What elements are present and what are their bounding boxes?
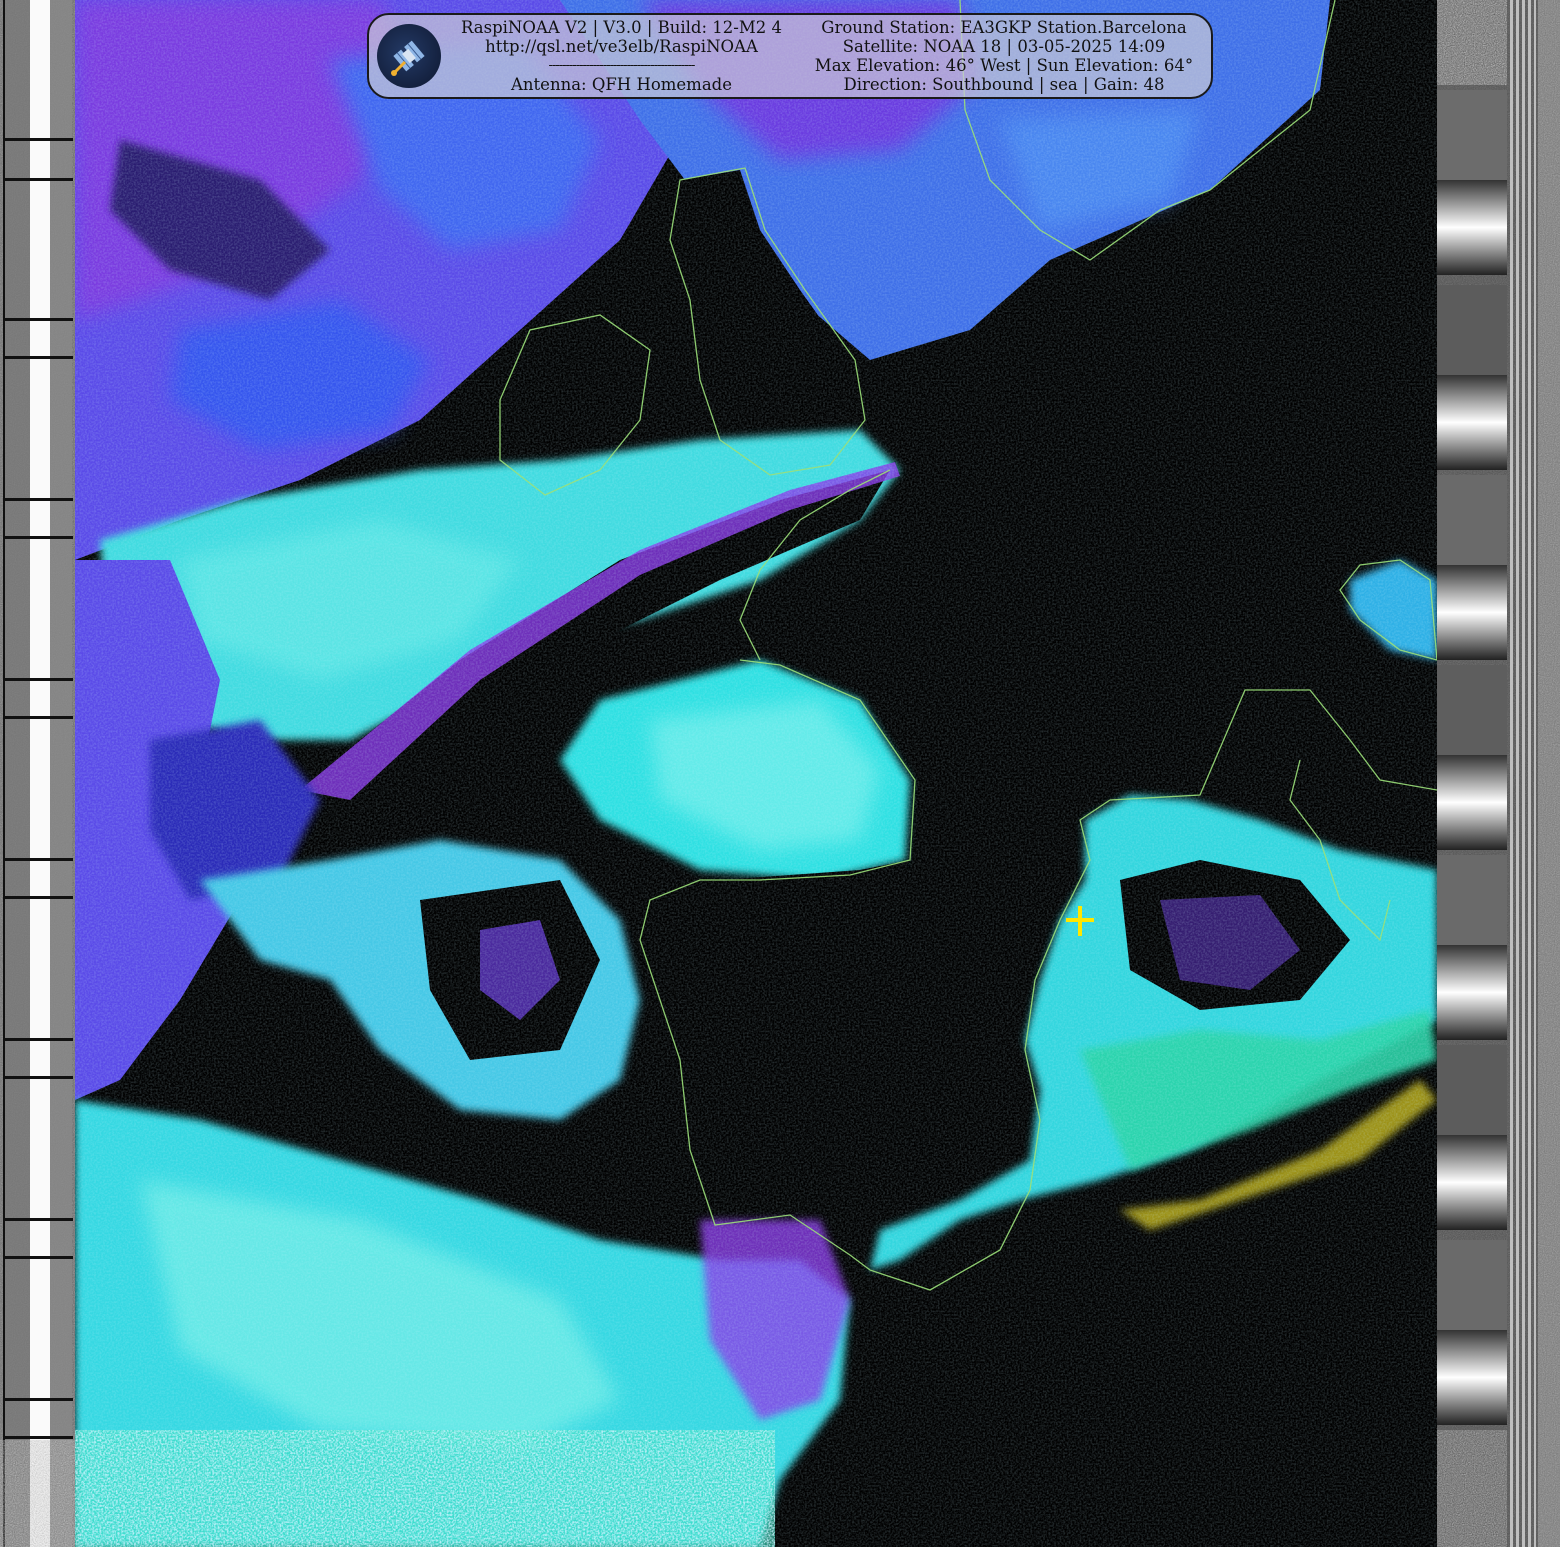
- pass-info-banner: RaspiNOAA V2 | V3.0 | Build: 12-M2 4 htt…: [367, 13, 1213, 99]
- left-telemetry-strip: [0, 0, 75, 1547]
- elevation-info: Max Elevation: 46° West | Sun Elevation:…: [814, 56, 1194, 75]
- project-url: http://qsl.net/ve3elb/RaspiNOAA: [485, 37, 758, 56]
- satellite-image: [0, 0, 1560, 1547]
- banner-left-column: RaspiNOAA V2 | V3.0 | Build: 12-M2 4 htt…: [449, 18, 794, 94]
- map-area: [75, 0, 1437, 1547]
- right-telemetry-strip: [1437, 0, 1560, 1547]
- ground-station: Ground Station: EA3GKP Station.Barcelona: [821, 18, 1187, 37]
- banner-right-column: Ground Station: EA3GKP Station.Barcelona…: [809, 18, 1199, 94]
- satellite-datetime: Satellite: NOAA 18 | 03-05-2025 14:09: [842, 37, 1166, 56]
- direction-info: Direction: Southbound | sea | Gain: 48: [843, 75, 1165, 94]
- satellite-icon: [377, 24, 441, 88]
- software-version: RaspiNOAA V2 | V3.0 | Build: 12-M2 4: [460, 18, 783, 37]
- antenna-info: Antenna: QFH Homemade: [511, 75, 732, 94]
- separator-line: ----------------------------------------…: [548, 58, 696, 73]
